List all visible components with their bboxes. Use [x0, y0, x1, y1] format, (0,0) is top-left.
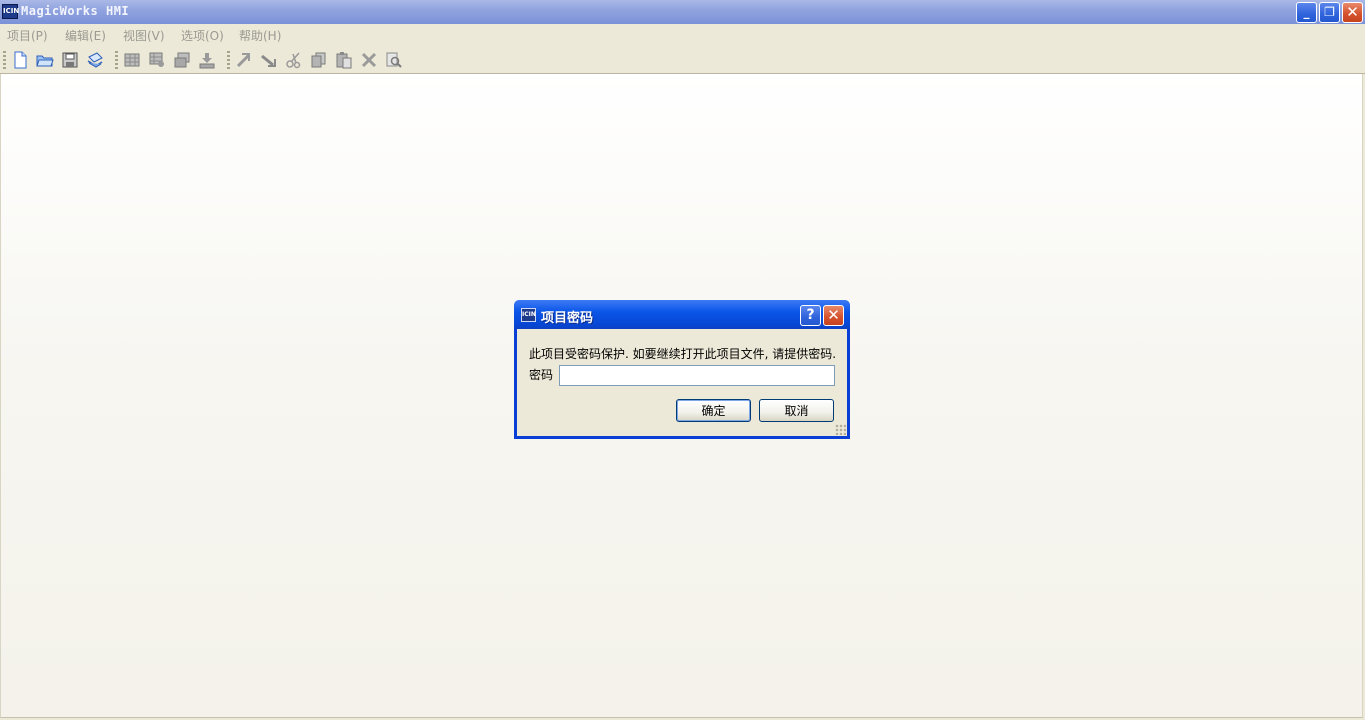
find-icon [386, 52, 402, 68]
resize-grip[interactable] [835, 424, 846, 435]
redo-icon [261, 54, 276, 67]
dialog-title: 项目密码 [541, 311, 594, 326]
delete-button[interactable] [358, 49, 380, 71]
open-folder-icon [36, 55, 54, 67]
menu-project[interactable]: 项目(P) [7, 27, 48, 44]
grid-button[interactable] [121, 49, 143, 71]
close-button[interactable]: ✕ [1342, 2, 1363, 23]
restore-button[interactable]: ❐ [1319, 2, 1340, 23]
password-input[interactable] [559, 365, 835, 386]
copy-button[interactable] [308, 49, 330, 71]
app-icon: ICIN [2, 4, 19, 19]
save-icon [62, 52, 78, 68]
password-label: 密码 [529, 368, 554, 382]
new-file-icon [14, 51, 27, 69]
cut-icon [286, 52, 301, 69]
find-button[interactable] [383, 49, 405, 71]
download-icon [199, 53, 215, 69]
delete-icon [361, 52, 377, 68]
toolbar-grip[interactable] [115, 51, 118, 69]
new-button[interactable] [9, 49, 31, 71]
dialog-app-icon: ICIN [521, 308, 536, 322]
compile-icon [174, 52, 190, 68]
download-button[interactable] [196, 49, 218, 71]
window-title: MagicWorks HMI [21, 4, 130, 18]
undo-button[interactable] [233, 49, 255, 71]
toolbar [0, 45, 1365, 74]
cut-button[interactable] [283, 49, 305, 71]
paste-button[interactable] [333, 49, 355, 71]
paste-icon [336, 52, 352, 69]
dialog-close-button[interactable]: ✕ [823, 305, 844, 326]
grid-config-button[interactable] [146, 49, 168, 71]
undo-icon [236, 53, 251, 68]
close-icon: ✕ [1346, 3, 1359, 21]
close-icon: ✕ [827, 306, 840, 324]
minimize-icon: _ [1303, 5, 1310, 19]
print-button[interactable] [84, 49, 106, 71]
save-button[interactable] [59, 49, 81, 71]
grid-icon [124, 53, 140, 67]
project-password-dialog: ICIN 项目密码 ? ✕ 此项目受密码保护. 如要继续打开此项目文件, 请提供… [514, 300, 850, 439]
toolbar-grip[interactable] [3, 51, 6, 69]
menu-help[interactable]: 帮助(H) [239, 27, 281, 44]
dialog-body: 此项目受密码保护. 如要继续打开此项目文件, 请提供密码. 密码 确定 取消 [517, 329, 847, 436]
compile-button[interactable] [171, 49, 193, 71]
minimize-button[interactable]: _ [1296, 2, 1317, 23]
copy-icon [311, 52, 326, 68]
toolbar-grip[interactable] [227, 51, 230, 69]
dialog-help-button[interactable]: ? [800, 305, 821, 326]
menu-edit[interactable]: 编辑(E) [65, 27, 106, 44]
main-title-bar[interactable]: ICIN MagicWorks HMI _ ❐ ✕ [0, 0, 1365, 24]
cancel-button[interactable]: 取消 [759, 399, 834, 422]
grid-config-icon [149, 52, 164, 67]
open-button[interactable] [34, 49, 56, 71]
menu-bar: 项目(P) 编辑(E) 视图(V) 选项(O) 帮助(H) [0, 24, 1365, 45]
menu-options[interactable]: 选项(O) [181, 27, 224, 44]
dialog-title-bar[interactable]: ICIN 项目密码 ? ✕ [514, 300, 850, 329]
redo-button[interactable] [258, 49, 280, 71]
help-icon: ? [806, 307, 815, 323]
menu-view[interactable]: 视图(V) [123, 27, 165, 44]
dialog-message: 此项目受密码保护. 如要继续打开此项目文件, 请提供密码. [529, 347, 837, 361]
restore-icon: ❐ [1324, 5, 1335, 19]
print-icon [87, 52, 103, 68]
ok-button[interactable]: 确定 [676, 399, 751, 422]
